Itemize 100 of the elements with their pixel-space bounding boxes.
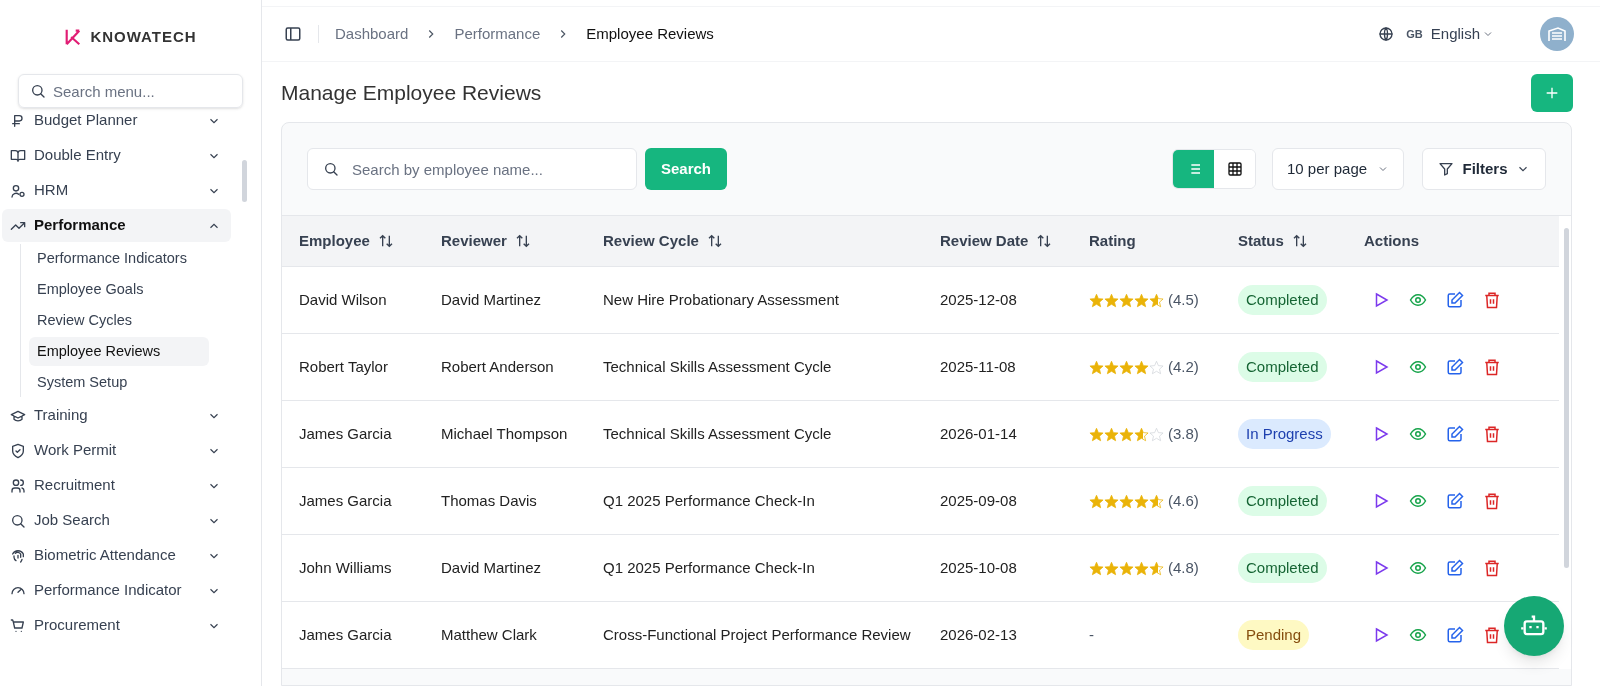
- column-header[interactable]: Review Date: [940, 229, 1089, 253]
- star-icon: [1119, 493, 1134, 509]
- rating-value: -: [1089, 624, 1094, 645]
- trash-icon[interactable]: [1483, 358, 1501, 376]
- table-cell-text: 2025-12-08: [940, 289, 1018, 310]
- trash-icon[interactable]: [1483, 559, 1501, 577]
- users-icon: [10, 477, 26, 494]
- sidebar-item[interactable]: Double Entry: [2, 139, 231, 172]
- star-icon: [1119, 426, 1134, 442]
- column-header[interactable]: Employee: [299, 229, 441, 253]
- sidebar-item[interactable]: Training: [2, 399, 231, 432]
- table-cell-text: James Garcia: [299, 423, 393, 444]
- table-cell-text: 2025-09-08: [940, 490, 1018, 511]
- table-cell-text: Technical Skills Assessment Cycle: [603, 423, 833, 444]
- breadcrumb-link[interactable]: Performance: [454, 22, 541, 46]
- grid-icon: [1226, 161, 1243, 177]
- building-icon: [1547, 26, 1567, 42]
- sort-icon: [514, 233, 531, 249]
- trash-icon[interactable]: [1483, 492, 1501, 510]
- edit-icon[interactable]: [1446, 358, 1464, 376]
- sidebar-item[interactable]: Budget Planner: [2, 108, 231, 137]
- breadcrumb-link[interactable]: Dashboard: [335, 22, 409, 46]
- star-icon: [1089, 359, 1104, 375]
- column-header[interactable]: Status: [1238, 229, 1364, 253]
- sidebar-item[interactable]: Job Search: [2, 504, 231, 537]
- table-cell-text: 2025-10-08: [940, 557, 1018, 578]
- star-icon: [1149, 359, 1164, 375]
- status-badge: Completed: [1238, 351, 1327, 383]
- table-cell-text: 2026-01-14: [940, 423, 1018, 444]
- sidebar-toggle-icon[interactable]: [284, 25, 302, 43]
- logo-icon: [64, 28, 83, 46]
- menu-search-field[interactable]: Search menu...: [18, 74, 243, 108]
- sidebar-item[interactable]: HRM: [2, 174, 231, 207]
- star-icon: [1134, 560, 1149, 576]
- sort-icon: [706, 233, 723, 249]
- submenu-item[interactable]: Performance Indicators: [29, 244, 209, 273]
- table-cell-text: Q1 2025 Performance Check-In: [603, 490, 816, 511]
- sidebar-item[interactable]: Performance Indicator: [2, 574, 231, 607]
- per-page-select[interactable]: 10 per page: [1272, 148, 1404, 190]
- star-icon: [1149, 560, 1164, 576]
- sort-icon: [377, 233, 394, 249]
- edit-icon[interactable]: [1446, 425, 1464, 443]
- cart-icon: [10, 617, 26, 634]
- column-header[interactable]: Review Cycle: [603, 229, 940, 253]
- trash-icon[interactable]: [1483, 425, 1501, 443]
- status-badge: Completed: [1238, 284, 1327, 316]
- eye-icon[interactable]: [1409, 492, 1427, 510]
- language-select[interactable]: English: [1430, 22, 1494, 46]
- eye-icon[interactable]: [1409, 626, 1427, 644]
- star-icon: [1089, 560, 1104, 576]
- eye-icon[interactable]: [1409, 559, 1427, 577]
- submenu-item[interactable]: Review Cycles: [29, 306, 209, 335]
- employee-search-field[interactable]: Search by employee name...: [307, 148, 637, 190]
- sidebar-item[interactable]: Recruitment: [2, 469, 231, 502]
- table-cell-text: Robert Anderson: [441, 356, 555, 377]
- edit-icon[interactable]: [1446, 559, 1464, 577]
- table-cell-text: Michael Thompson: [441, 423, 569, 444]
- column-header: Rating: [1089, 230, 1137, 251]
- table-cell-text: Cross-Functional Project Performance Review: [603, 624, 912, 645]
- sidebar-item[interactable]: Procurement: [2, 609, 231, 642]
- filters-button[interactable]: Filters: [1422, 148, 1546, 190]
- trash-icon[interactable]: [1483, 291, 1501, 309]
- star-icon: [1119, 359, 1134, 375]
- eye-icon[interactable]: [1409, 291, 1427, 309]
- column-header[interactable]: Reviewer: [441, 229, 603, 253]
- star-icon: [1149, 292, 1164, 308]
- star-icon: [1149, 493, 1164, 509]
- star-icon: [1089, 292, 1104, 308]
- sidebar-item[interactable]: Work Permit: [2, 434, 231, 467]
- eye-icon[interactable]: [1409, 425, 1427, 443]
- table-cell-text: James Garcia: [299, 624, 393, 645]
- status-badge: In Progress: [1238, 418, 1331, 450]
- submenu-item[interactable]: Employee Goals: [29, 275, 209, 304]
- breadcrumb-link[interactable]: Employee Reviews: [586, 22, 714, 46]
- search-icon: [10, 512, 26, 529]
- user-gear-icon: [10, 182, 26, 199]
- scrollbar[interactable]: [242, 160, 247, 202]
- star-icon: [1119, 292, 1134, 308]
- sidebar-item[interactable]: Performance: [2, 209, 231, 242]
- rating-value: (4.5): [1168, 289, 1199, 310]
- sidebar-item[interactable]: Biometric Attendance: [2, 539, 231, 572]
- star-icon: [1089, 493, 1104, 509]
- submenu-item[interactable]: Employee Reviews: [29, 337, 209, 366]
- fingerprint-icon: [10, 547, 26, 564]
- star-icon: [1134, 426, 1149, 442]
- edit-icon[interactable]: [1446, 626, 1464, 644]
- scrollbar[interactable]: [1564, 228, 1569, 568]
- country-code: GB: [1406, 26, 1423, 42]
- star-icon: [1104, 560, 1119, 576]
- star-icon: [1149, 426, 1164, 442]
- book-icon: [10, 147, 26, 164]
- status-badge: Pending: [1238, 619, 1310, 651]
- rating-value: (4.6): [1168, 490, 1199, 511]
- trash-icon[interactable]: [1483, 626, 1501, 644]
- edit-icon[interactable]: [1446, 492, 1464, 510]
- eye-icon[interactable]: [1409, 358, 1427, 376]
- rating-value: (4.2): [1168, 356, 1199, 377]
- star-icon: [1134, 292, 1149, 308]
- submenu-item[interactable]: System Setup: [29, 368, 209, 397]
- edit-icon[interactable]: [1446, 291, 1464, 309]
